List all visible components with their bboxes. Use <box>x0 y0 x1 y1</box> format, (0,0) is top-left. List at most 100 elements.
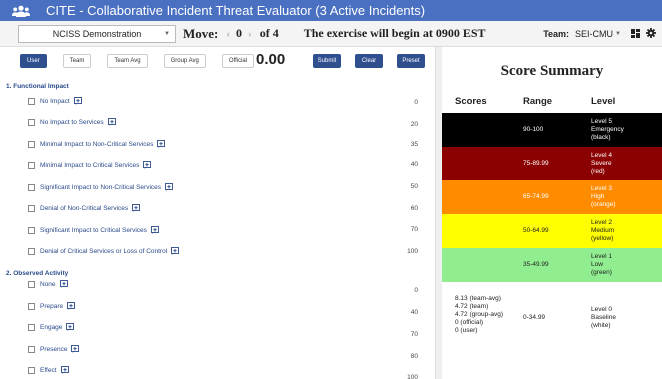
option-label: Denial of Critical Services or Loss of C… <box>40 247 168 255</box>
band-range: 90-100 <box>523 126 544 133</box>
option-value: 20 <box>410 121 418 128</box>
score-summary-panel: Score Summary Scores Range Level 90-100 L… <box>442 47 662 379</box>
caret-down-icon: ▼ <box>615 31 621 37</box>
exercise-select-value: NCISS Demonstration <box>52 28 142 39</box>
option-label: Effect <box>40 366 57 374</box>
add-comment-icon[interactable] <box>143 161 152 169</box>
team-select[interactable]: SEI-CMU ▼ <box>575 29 621 39</box>
score-band: 90-100 Level 5 Emergency (black) <box>442 113 662 147</box>
caret-down-icon: ▼ <box>164 30 170 37</box>
option-row[interactable]: Denial of Critical Services or Loss of C… <box>28 247 180 255</box>
option-label: Denial of Non-Critical Services <box>40 204 129 212</box>
option-row[interactable]: Effect <box>28 366 69 374</box>
section-title: 1. Functional Impact <box>6 83 69 90</box>
option-checkbox[interactable] <box>28 118 35 126</box>
band-range: 75-89.99 <box>523 159 549 167</box>
move-total: of 4 <box>259 26 279 40</box>
option-checkbox[interactable] <box>28 226 35 234</box>
band-level: Level 1 Low (green) <box>591 253 612 277</box>
option-checkbox[interactable] <box>28 323 35 331</box>
add-comment-icon[interactable] <box>60 366 69 374</box>
option-row[interactable]: Prepare <box>28 302 76 310</box>
add-comment-icon[interactable] <box>150 226 159 234</box>
add-comment-icon[interactable] <box>66 323 75 331</box>
score-entry: 0 (official) <box>455 319 484 326</box>
summary-title: Score Summary <box>500 63 604 79</box>
option-row[interactable]: No Impact to Services <box>28 118 116 126</box>
add-comment-icon[interactable] <box>67 302 76 310</box>
band-level-severity: Low <box>591 261 603 268</box>
band-level: Level 3 High (orange) <box>591 185 616 209</box>
option-row[interactable]: No Impact <box>28 97 82 105</box>
mode-team-button[interactable]: Team <box>62 54 92 68</box>
option-checkbox[interactable] <box>28 140 35 148</box>
submit-button[interactable]: Submit <box>313 54 341 68</box>
control-bar: NCISS Demonstration ▼ Move: ‹ 0 › of 4 T… <box>0 21 662 47</box>
band-range: 50-64.99 <box>523 227 549 234</box>
exercise-select[interactable]: NCISS Demonstration ▼ <box>18 24 176 43</box>
band-level-color: (yellow) <box>591 235 614 242</box>
band-range: 35-49.99 <box>523 261 549 268</box>
clear-button[interactable]: Clear <box>355 54 383 68</box>
option-value: 60 <box>410 205 418 212</box>
add-comment-icon[interactable] <box>171 247 180 255</box>
add-comment-icon[interactable] <box>71 345 80 353</box>
users-icon <box>8 0 34 21</box>
option-checkbox[interactable] <box>28 161 35 169</box>
option-row[interactable]: Significant Impact to Critical Services <box>28 226 159 234</box>
mode-user-button[interactable]: User <box>20 54 47 68</box>
option-row[interactable]: None <box>28 280 68 288</box>
exercise-message: The exercise will begin at 0900 EST <box>303 26 486 40</box>
option-row[interactable]: Presence <box>28 345 80 353</box>
option-row[interactable]: Significant Impact to Non-Critical Servi… <box>28 183 173 191</box>
band-level: Level 2 Medium (yellow) <box>591 219 614 243</box>
option-label: No Impact <box>40 97 70 105</box>
option-value: 100 <box>407 248 418 255</box>
add-comment-icon[interactable] <box>165 183 173 191</box>
option-label: Prepare <box>40 302 64 310</box>
option-value: 50 <box>410 183 418 190</box>
option-checkbox[interactable] <box>28 302 35 310</box>
option-row[interactable]: Minimal Impact to Non-Critical Services <box>28 140 166 148</box>
move-navigator: ‹ 0 › of 4 <box>226 26 278 41</box>
option-row[interactable]: Minimal Impact to Critical Services <box>28 161 152 169</box>
band-level-severity: Emergency <box>591 126 624 133</box>
band-level: Level 0 Baseline (white) <box>591 306 616 330</box>
move-next-button[interactable]: › <box>248 28 252 40</box>
option-checkbox[interactable] <box>28 366 35 374</box>
add-comment-icon[interactable] <box>107 118 116 126</box>
option-checkbox[interactable] <box>28 345 35 353</box>
dashboard-icon[interactable] <box>631 28 640 40</box>
add-comment-icon[interactable] <box>157 140 166 148</box>
band-level-severity: Baseline <box>591 313 616 321</box>
band-scores: 8.13 (team-avg) 4.72 (team) 4.72 (group-av… <box>455 295 503 335</box>
mode-team-avg-button[interactable]: Team Avg <box>107 54 148 68</box>
option-checkbox[interactable] <box>28 247 35 255</box>
score-entry: 4.72 (group-avg) <box>455 311 504 318</box>
add-comment-icon[interactable] <box>132 204 141 212</box>
option-row[interactable]: Denial of Non-Critical Services <box>28 204 141 212</box>
mode-group-avg-button[interactable]: Group Avg <box>163 54 206 68</box>
option-value: 0 <box>414 99 418 106</box>
score-band: 35-49.99 Level 1 Low (green) <box>442 248 662 282</box>
option-value: 70 <box>410 226 418 233</box>
app-title: CITE - Collaborative Incident Threat Eva… <box>46 3 426 18</box>
option-checkbox[interactable] <box>28 204 35 212</box>
option-label: Significant Impact to Critical Services <box>40 226 147 234</box>
add-comment-icon[interactable] <box>59 280 68 288</box>
option-row[interactable]: Engage <box>28 323 75 331</box>
add-comment-icon[interactable] <box>73 97 82 105</box>
move-label: Move: <box>183 25 219 41</box>
option-checkbox[interactable] <box>28 97 35 105</box>
band-level-name: Level 0 <box>591 305 612 313</box>
header-scores: Scores <box>455 96 487 107</box>
mode-official-button[interactable]: Official <box>221 54 255 68</box>
preset-button[interactable]: Preset <box>397 54 425 68</box>
band-level-name: Level 1 <box>591 253 612 260</box>
option-checkbox[interactable] <box>28 280 35 288</box>
gear-icon[interactable] <box>646 28 656 40</box>
move-prev-button[interactable]: ‹ <box>226 28 230 40</box>
option-label: None <box>40 280 56 288</box>
option-checkbox[interactable] <box>28 183 35 191</box>
band-level-severity: Severe <box>591 159 612 167</box>
